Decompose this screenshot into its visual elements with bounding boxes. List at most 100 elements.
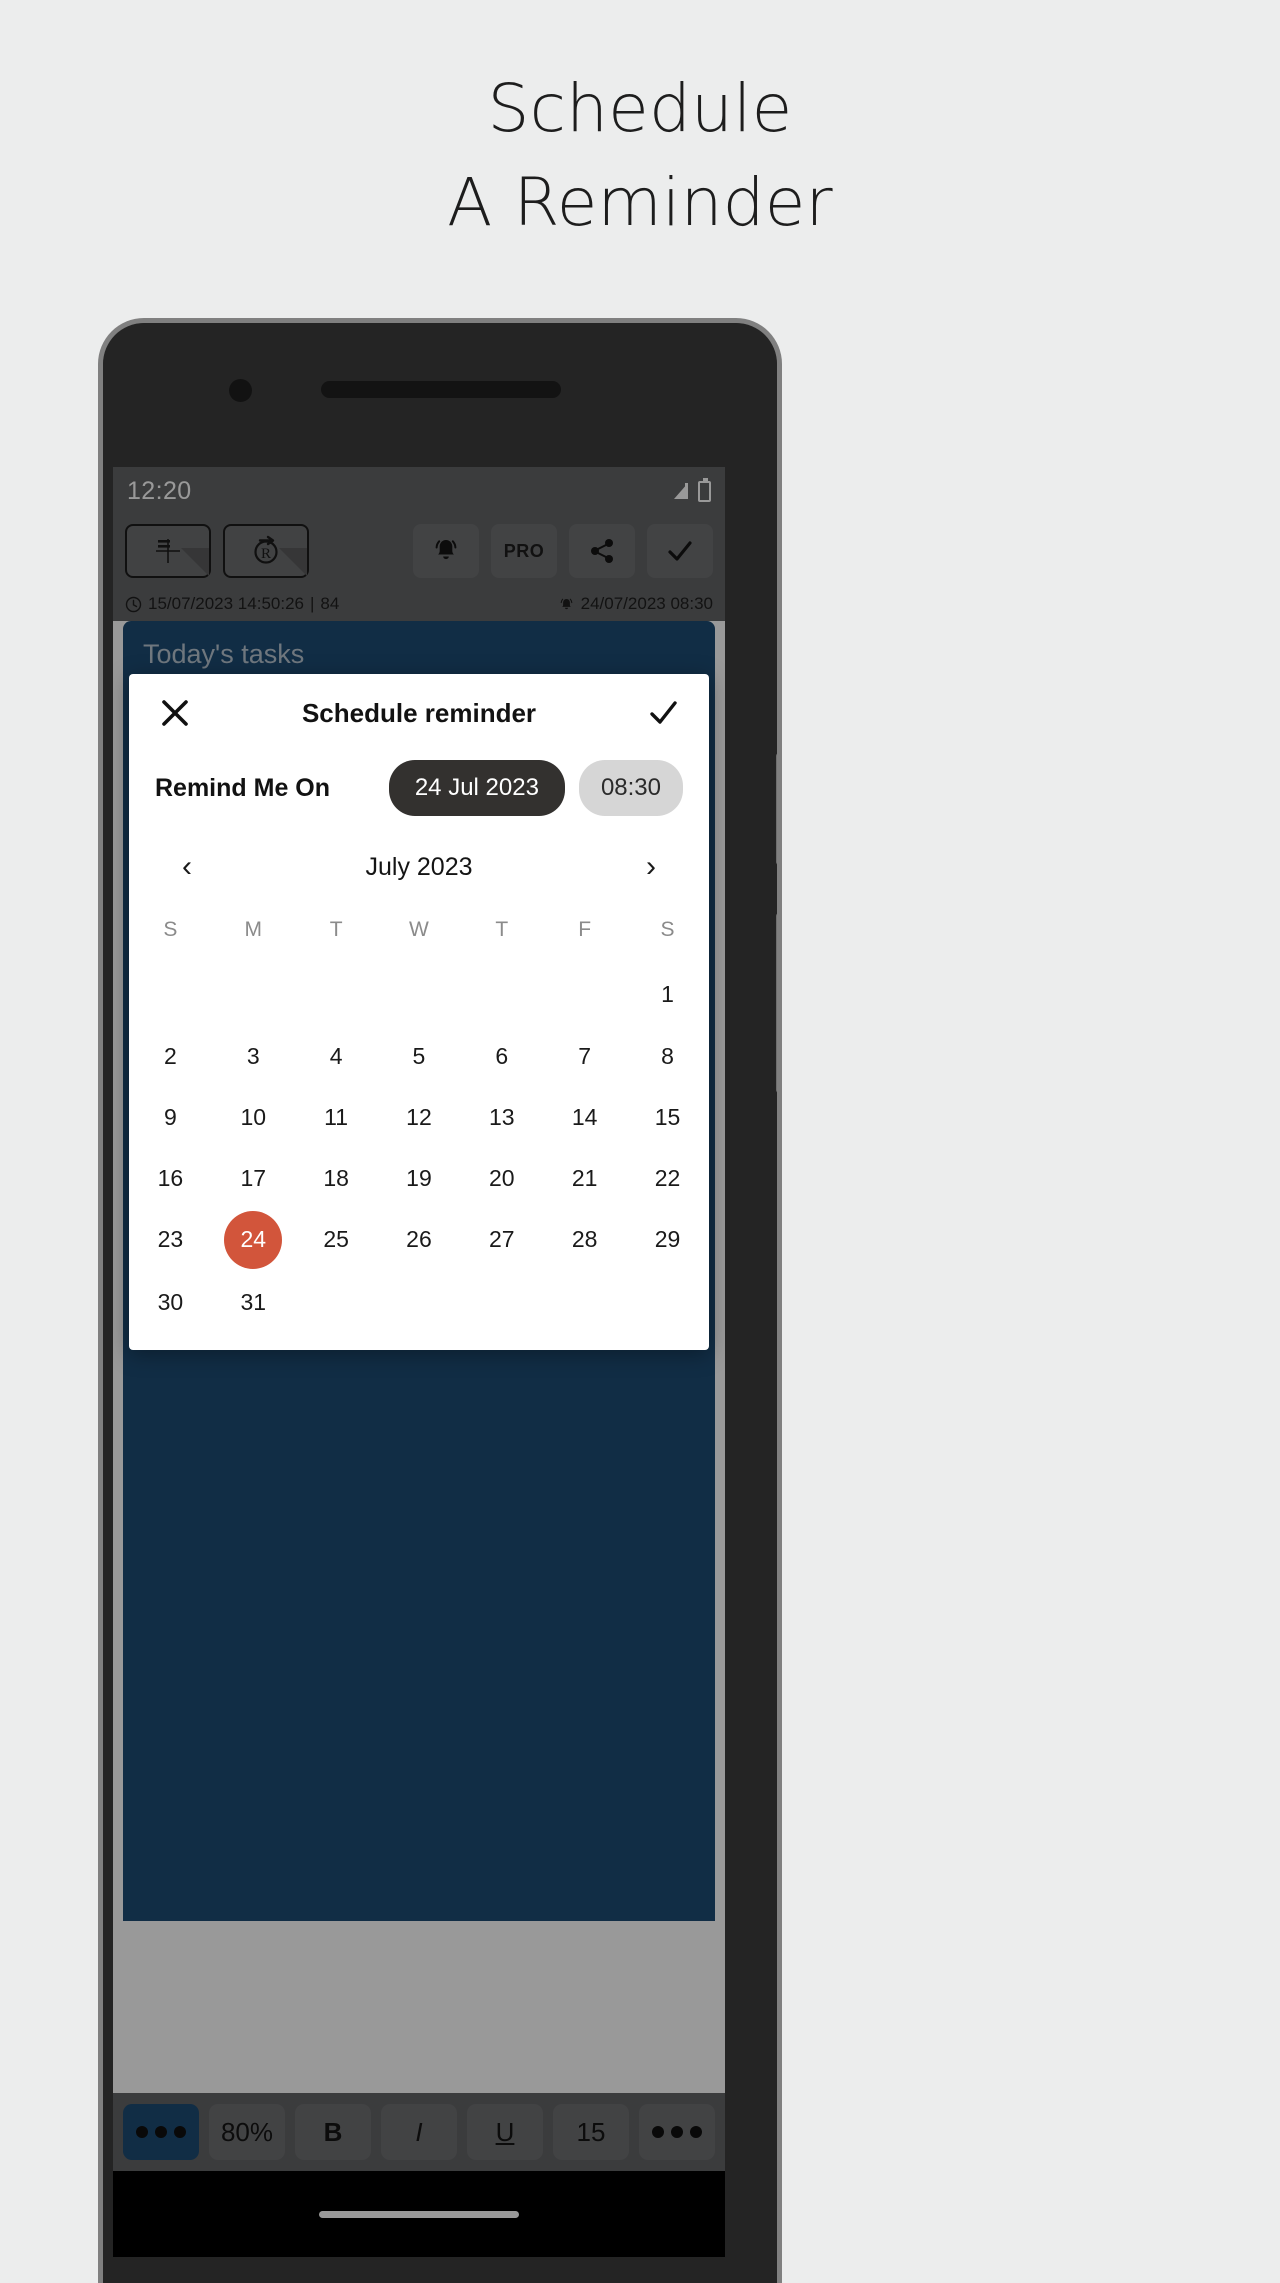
calendar-day-cell[interactable]: 31 bbox=[212, 1270, 295, 1334]
weekday-header: W bbox=[409, 918, 429, 941]
calendar-day-cell[interactable]: 22 bbox=[626, 1148, 709, 1209]
calendar-day-label: 6 bbox=[495, 1043, 509, 1069]
earpiece-speaker bbox=[321, 381, 561, 398]
calendar-day-label: 14 bbox=[571, 1104, 598, 1130]
calendar-day-label: 27 bbox=[489, 1226, 515, 1252]
calendar-day-cell[interactable]: 18 bbox=[295, 1148, 378, 1209]
calendar-grid: S M T W T F S 1 2 3 4 5 6 7 8 9 10 11 12 13 14 15 16 17 1… bbox=[129, 904, 709, 1334]
calendar-day-label: 5 bbox=[412, 1043, 426, 1069]
calendar-day-label bbox=[390, 962, 448, 1020]
calendar-day-label bbox=[556, 962, 614, 1020]
calendar-day-cell[interactable]: 12 bbox=[378, 1087, 461, 1148]
remind-me-on-label: Remind Me On bbox=[155, 773, 331, 802]
calendar-day-label bbox=[307, 962, 365, 1020]
calendar-day-label: 21 bbox=[571, 1165, 598, 1191]
calendar-header: ‹ July 2023 › bbox=[129, 828, 709, 896]
prev-month-button[interactable]: ‹ bbox=[169, 850, 205, 884]
calendar-day-cell[interactable]: 23 bbox=[129, 1209, 212, 1270]
calendar-week-row: 16 17 18 19 20 21 22 bbox=[129, 1148, 709, 1209]
calendar-day-cell[interactable]: 11 bbox=[295, 1087, 378, 1148]
calendar-empty-cell bbox=[378, 962, 461, 1026]
calendar-day-label bbox=[224, 962, 282, 1020]
calendar-day-cell[interactable]: 14 bbox=[543, 1087, 626, 1148]
calendar-empty-cell bbox=[378, 1270, 461, 1334]
calendar-day-label: 17 bbox=[240, 1165, 267, 1191]
calendar-week-row: 2 3 4 5 6 7 8 bbox=[129, 1026, 709, 1087]
calendar-day-label: 10 bbox=[240, 1104, 267, 1130]
calendar-day-cell[interactable]: 8 bbox=[626, 1026, 709, 1087]
schedule-reminder-dialog: Schedule reminder Remind Me On 24 Jul 20… bbox=[129, 674, 709, 1350]
calendar-day-cell[interactable]: 21 bbox=[543, 1148, 626, 1209]
calendar-week-row: 1 bbox=[129, 962, 709, 1026]
weekday-header: S bbox=[163, 918, 178, 941]
calendar-day-label: 23 bbox=[157, 1226, 184, 1252]
calendar-day-cell[interactable]: 15 bbox=[626, 1087, 709, 1148]
calendar-day-label bbox=[141, 962, 199, 1020]
calendar-day-cell[interactable]: 20 bbox=[460, 1148, 543, 1209]
remind-me-on-row: Remind Me On 24 Jul 2023 08:30 bbox=[129, 752, 709, 828]
headline-line-2: A Reminder bbox=[447, 163, 833, 241]
calendar-weekday-row: S M T W T F S bbox=[129, 904, 709, 962]
reminder-chips: 24 Jul 2023 08:30 bbox=[388, 760, 683, 816]
calendar-day-cell[interactable]: 29 bbox=[626, 1209, 709, 1270]
calendar-day-cell[interactable]: 9 bbox=[129, 1087, 212, 1148]
calendar-day-label bbox=[473, 1270, 531, 1328]
calendar-day-label: 28 bbox=[571, 1226, 598, 1252]
calendar-day-cell[interactable]: 10 bbox=[212, 1087, 295, 1148]
calendar-day-cell[interactable]: 3 bbox=[212, 1026, 295, 1087]
calendar-day-cell[interactable]: 25 bbox=[295, 1209, 378, 1270]
reminder-date-chip[interactable]: 24 Jul 2023 bbox=[388, 760, 565, 816]
calendar-day-label: 7 bbox=[578, 1043, 592, 1069]
weekday-header: M bbox=[244, 918, 263, 941]
calendar-empty-cell bbox=[543, 962, 626, 1026]
calendar-week-row: 30 31 bbox=[129, 1270, 709, 1334]
calendar-day-cell[interactable]: 24 bbox=[212, 1209, 295, 1270]
calendar-day-label: 31 bbox=[240, 1288, 267, 1315]
dialog-title: Schedule reminder bbox=[301, 697, 537, 728]
calendar-day-cell[interactable]: 26 bbox=[378, 1209, 461, 1270]
calendar-body: 1 2 3 4 5 6 7 8 9 10 11 12 13 14 15 16 17 18 19 20 21 22 23 24 2… bbox=[129, 962, 709, 1334]
calendar-day-cell[interactable]: 16 bbox=[129, 1148, 212, 1209]
calendar-selected-day: 24 bbox=[224, 1210, 283, 1269]
calendar-day-cell[interactable]: 6 bbox=[460, 1026, 543, 1087]
calendar-empty-cell bbox=[295, 962, 378, 1026]
dialog-close-button[interactable] bbox=[155, 693, 195, 733]
calendar-day-label: 4 bbox=[329, 1043, 343, 1069]
calendar-week-row: 23 24 25 26 27 28 29 bbox=[129, 1209, 709, 1270]
calendar-day-cell[interactable]: 28 bbox=[543, 1209, 626, 1270]
close-icon bbox=[162, 700, 188, 726]
calendar-day-label bbox=[556, 1270, 614, 1328]
calendar-empty-cell bbox=[212, 962, 295, 1026]
calendar-day-label: 16 bbox=[157, 1165, 184, 1191]
volume-button[interactable] bbox=[776, 753, 777, 865]
page-root: Schedule A Reminder 12:20 R PRO 15/07/20… bbox=[0, 0, 1280, 2283]
calendar-empty-cell bbox=[543, 1270, 626, 1334]
calendar-day-label bbox=[307, 1270, 365, 1328]
calendar-day-cell[interactable]: 13 bbox=[460, 1087, 543, 1148]
dialog-confirm-button[interactable] bbox=[643, 693, 683, 733]
calendar-day-cell[interactable]: 30 bbox=[129, 1270, 212, 1334]
next-month-button[interactable]: › bbox=[633, 850, 669, 884]
calendar-day-label: 30 bbox=[157, 1288, 184, 1315]
calendar-empty-cell bbox=[460, 962, 543, 1026]
calendar-day-cell[interactable]: 1 bbox=[626, 962, 709, 1026]
calendar-day-label bbox=[473, 962, 531, 1020]
calendar-day-cell[interactable]: 19 bbox=[378, 1148, 461, 1209]
calendar-day-label bbox=[390, 1270, 448, 1328]
calendar-day-cell[interactable]: 2 bbox=[129, 1026, 212, 1087]
calendar-day-label: 11 bbox=[324, 1104, 349, 1130]
calendar-day-cell[interactable]: 5 bbox=[378, 1026, 461, 1087]
calendar-day-cell[interactable]: 17 bbox=[212, 1148, 295, 1209]
calendar-day-cell[interactable]: 4 bbox=[295, 1026, 378, 1087]
calendar-empty-cell bbox=[129, 962, 212, 1026]
reminder-time-chip[interactable]: 08:30 bbox=[578, 760, 683, 816]
calendar-day-label bbox=[639, 1270, 697, 1328]
calendar-day-label: 19 bbox=[406, 1165, 432, 1191]
power-button[interactable] bbox=[776, 913, 777, 1093]
calendar-day-cell[interactable]: 7 bbox=[543, 1026, 626, 1087]
calendar-day-label: 25 bbox=[323, 1226, 349, 1252]
phone-mockup: 12:20 R PRO 15/07/2023 14:50:26 | 84 24/… bbox=[98, 318, 782, 2283]
calendar-empty-cell bbox=[295, 1270, 378, 1334]
calendar-day-cell[interactable]: 27 bbox=[460, 1209, 543, 1270]
calendar-day-label: 18 bbox=[323, 1165, 349, 1191]
